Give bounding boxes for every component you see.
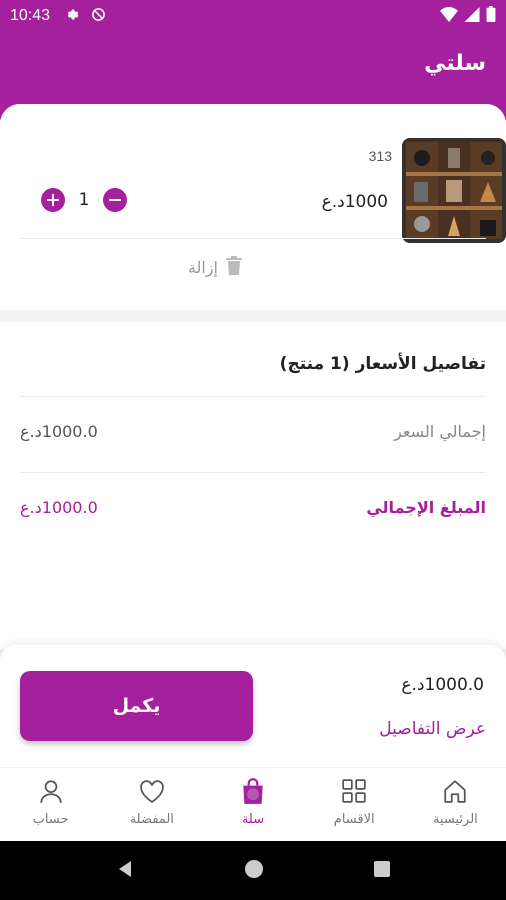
recents-icon[interactable] — [373, 860, 391, 882]
increase-quantity-button[interactable] — [41, 188, 65, 212]
status-bar: 10:43 — [0, 0, 506, 32]
page-title: سلتي — [424, 51, 486, 76]
nav-label: الاقسام — [333, 812, 375, 827]
checkout-total: 1000.0د.ع — [401, 675, 484, 695]
checkout-panel: يكمل 1000.0د.ع عرض التفاصيل — [0, 645, 506, 767]
price-details-title: تفاصيل الأسعار (1 منتج) — [279, 354, 486, 374]
item-divider — [20, 238, 486, 239]
product-price: 1000د.ع — [321, 192, 388, 212]
no-data-icon — [91, 7, 106, 26]
price-details: تفاصيل الأسعار (1 منتج) إجمالي السعر 100… — [0, 322, 506, 649]
details-divider — [20, 396, 486, 397]
total-value: 1000.0د.ع — [20, 498, 98, 517]
minus-icon — [109, 199, 121, 201]
battery-icon — [486, 6, 496, 26]
person-icon — [36, 776, 66, 806]
home-circle-icon[interactable] — [244, 859, 264, 883]
status-time: 10:43 — [10, 7, 51, 24]
settings-icon — [64, 7, 79, 26]
nav-label: سلة — [241, 812, 265, 827]
trash-icon — [226, 256, 242, 279]
nav-item-cart[interactable]: سلة — [202, 768, 303, 841]
cart-item: 313 1000د.ع 1 إزالة — [0, 104, 506, 310]
signal-icon — [464, 6, 480, 26]
system-nav-bar — [0, 841, 506, 900]
decrease-quantity-button[interactable] — [103, 188, 127, 212]
subtotal-label: إجمالي السعر — [394, 422, 486, 441]
cart-content: 313 1000د.ع 1 إزالة تفاصيل الأسعار (1 من… — [0, 104, 506, 649]
home-icon — [440, 776, 470, 806]
heart-icon — [137, 776, 167, 806]
nav-item-account[interactable]: حساب — [0, 768, 101, 841]
quantity-value: 1 — [78, 190, 90, 210]
subtotal-value: 1000.0د.ع — [20, 422, 98, 441]
section-gap — [0, 310, 506, 322]
nav-item-home[interactable]: الرئيسية — [405, 768, 506, 841]
remove-label: إزالة — [187, 258, 218, 277]
bag-icon — [238, 776, 268, 806]
details-divider — [20, 472, 486, 473]
nav-label: المفضلة — [129, 812, 174, 827]
remove-item-button[interactable]: إزالة — [188, 256, 242, 279]
nav-label: الرئيسية — [433, 812, 478, 827]
bottom-nav: حساب المفضلة سلة الاقسام الرئيسية — [0, 767, 506, 841]
nav-item-categories[interactable]: الاقسام — [304, 768, 405, 841]
view-details-link[interactable]: عرض التفاصيل — [379, 719, 486, 739]
total-label: المبلغ الإجمالي — [366, 498, 486, 517]
product-id: 313 — [368, 148, 392, 164]
nav-item-favorites[interactable]: المفضلة — [101, 768, 202, 841]
plus-icon — [47, 194, 59, 206]
product-image[interactable] — [402, 138, 506, 243]
quantity-stepper: 1 — [41, 188, 127, 212]
back-icon[interactable] — [115, 859, 135, 883]
checkout-button[interactable]: يكمل — [20, 671, 253, 741]
nav-label: حساب — [32, 812, 69, 827]
wifi-icon — [440, 6, 458, 26]
grid-icon — [339, 776, 369, 806]
